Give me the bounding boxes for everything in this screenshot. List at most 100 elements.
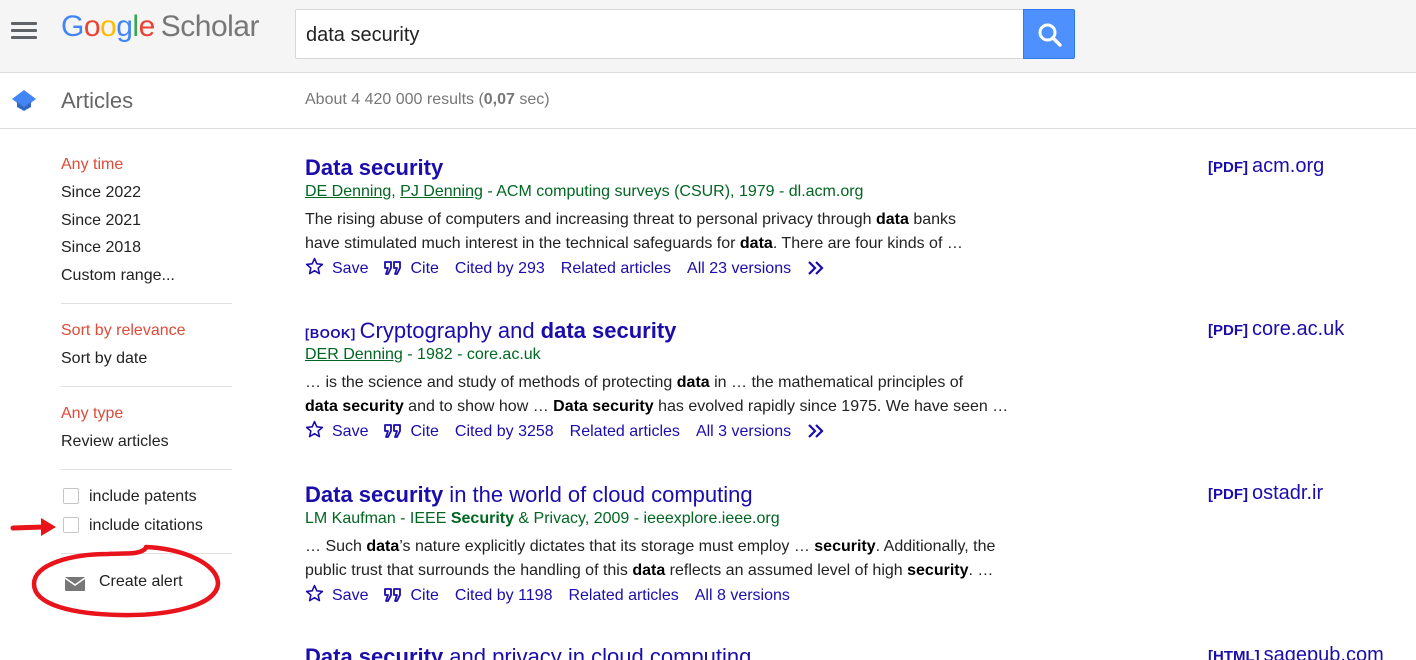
sort-by-relevance[interactable]: Sort by relevance [61, 322, 186, 340]
results-count-prefix: About 4 420 000 results ( [305, 91, 484, 108]
cited-by-link[interactable]: Cited by 1198 [455, 587, 553, 605]
result-meta: DE Denning, PJ Denning - ACM computing s… [305, 183, 863, 201]
logo-letter: o [83, 10, 101, 43]
fulltext-type: [PDF] [1208, 159, 1248, 176]
cite-button[interactable]: Cite [384, 587, 439, 605]
all-versions-link-label: All 8 versions [694, 587, 790, 604]
results-subheader: Articles About 4 420 000 results (0,07 s… [0, 74, 1416, 129]
all-versions-link[interactable]: All 8 versions [695, 587, 790, 605]
search-icon [1038, 23, 1062, 47]
snippet-line: … is the science and study of methods of… [305, 371, 1055, 395]
snippet-text: data security [305, 398, 404, 415]
snippet-text: data [632, 562, 666, 579]
fulltext-link[interactable]: [PDF] ostadr.ir [1208, 482, 1323, 505]
related-articles-link[interactable]: Related articles [568, 587, 678, 605]
cited-by-link-label: Cited by 1198 [454, 587, 553, 604]
result-actions: Save Cite Cited by 3258 Related articles All… [305, 420, 835, 441]
result-title-text: data security [540, 318, 677, 343]
all-versions-link[interactable]: All 3 versions [696, 423, 791, 441]
star-icon [305, 420, 324, 438]
result-meta: LM Kaufman - IEEE Security & Privacy, 20… [305, 510, 780, 528]
fulltext-domain: acm.org [1252, 155, 1325, 177]
snippet-text: data [366, 538, 400, 555]
search-input[interactable] [306, 20, 1006, 50]
logo-google: Google [61, 10, 155, 43]
author-link[interactable]: PJ Denning [400, 183, 483, 200]
save-button-label: Save [332, 423, 369, 440]
related-articles-link[interactable]: Related articles [570, 423, 680, 441]
cited-by-link[interactable]: Cited by 293 [455, 260, 545, 278]
checkbox-box[interactable] [63, 488, 79, 504]
snippet-text: … Such [305, 538, 367, 555]
result-title[interactable]: Data security and privacy in cloud compu… [305, 644, 751, 660]
related-articles-link-label: Related articles [560, 260, 672, 277]
filter-since-2018[interactable]: Since 2018 [61, 239, 141, 257]
snippet-text: has evolved rapidly since 1975. We have … [653, 398, 1009, 415]
author-separator: , [391, 183, 401, 200]
result-meta-text: LM Kaufman - IEEE [305, 510, 451, 527]
filter-since-2022[interactable]: Since 2022 [61, 184, 141, 202]
snippet-text: data [676, 374, 710, 391]
filter-custom-range[interactable]: Custom range... [61, 267, 175, 285]
save-button[interactable]: Save [305, 420, 368, 441]
result-snippet: The rising abuse of computers and increa… [305, 208, 1055, 256]
snippet-text: reflects an assumed level of high [665, 562, 908, 579]
author-link[interactable]: DER Denning [305, 346, 403, 363]
related-articles-link-label: Related articles [569, 423, 680, 440]
result-title[interactable]: [BOOK] Cryptography and data security [305, 318, 676, 344]
fulltext-link[interactable]: [PDF] acm.org [1208, 155, 1324, 178]
snippet-text: and to show how … [403, 398, 554, 415]
snippet-text: security [814, 538, 876, 555]
snippet-text: Data security [553, 398, 654, 415]
result-title-text: and privacy in cloud computing [443, 644, 752, 660]
result-actions: Save Cite Cited by 293 Related articles All … [305, 257, 835, 278]
fulltext-link[interactable]: [PDF] core.ac.uk [1208, 318, 1344, 341]
annotation-arrow [10, 518, 56, 536]
checkbox-label: include citations [89, 517, 203, 534]
all-versions-link[interactable]: All 23 versions [687, 260, 791, 278]
filter-any-time[interactable]: Any time [61, 156, 123, 174]
result-title[interactable]: Data security in the world of cloud comp… [305, 482, 753, 508]
filter-review-articles[interactable]: Review articles [61, 433, 169, 451]
result-title-text: Data security [305, 155, 444, 180]
google-scholar-logo[interactable]: Google Scholar [61, 10, 259, 44]
include-citations-checkbox[interactable]: include citations [61, 517, 203, 535]
filter-any-type[interactable]: Any type [61, 405, 123, 423]
cite-button[interactable]: Cite [384, 260, 439, 278]
sidebar-divider [61, 303, 232, 304]
snippet-text: The rising abuse of computers and increa… [305, 211, 876, 228]
results-count: About 4 420 000 results (0,07 sec) [305, 91, 550, 109]
related-articles-link[interactable]: Related articles [561, 260, 671, 278]
include-patents-checkbox[interactable]: include patents [61, 488, 197, 506]
menu-icon[interactable] [11, 22, 37, 42]
snippet-text: banks [908, 211, 957, 228]
sort-by-date[interactable]: Sort by date [61, 350, 147, 368]
double-chevron-icon[interactable] [807, 423, 827, 439]
filter-since-2021[interactable]: Since 2021 [61, 212, 141, 230]
search-button[interactable] [1023, 9, 1075, 59]
snippet-text: public trust that surrounds the handling… [305, 562, 633, 579]
checkbox-label: include patents [89, 488, 197, 505]
logo-letter: o [100, 10, 117, 43]
double-chevron-icon[interactable] [807, 260, 827, 276]
cite-button-label: Cite [410, 260, 439, 277]
quote-icon [384, 261, 402, 275]
fulltext-link[interactable]: [HTML] sagepub.com [1208, 644, 1384, 660]
result-title-text: in the world of cloud computing [443, 482, 753, 507]
cited-by-link[interactable]: Cited by 3258 [455, 423, 554, 441]
result-title[interactable]: Data security [305, 155, 443, 181]
quote-icon [384, 424, 402, 438]
save-button[interactable]: Save [305, 584, 368, 605]
cite-button[interactable]: Cite [384, 423, 439, 441]
checkbox-box[interactable] [63, 517, 79, 533]
related-articles-link-label: Related articles [568, 587, 679, 604]
result-kind-badge: [BOOK] [305, 326, 356, 341]
save-button[interactable]: Save [305, 257, 368, 278]
author-link[interactable]: DE Denning [305, 183, 391, 200]
results-time: 0,07 [483, 91, 515, 108]
top-bar: Google Scholar [0, 0, 1416, 73]
snippet-text: data [875, 211, 909, 228]
snippet-line: public trust that surrounds the handling… [305, 559, 1055, 583]
logo-letter: g [116, 10, 133, 43]
star-icon [305, 257, 324, 275]
